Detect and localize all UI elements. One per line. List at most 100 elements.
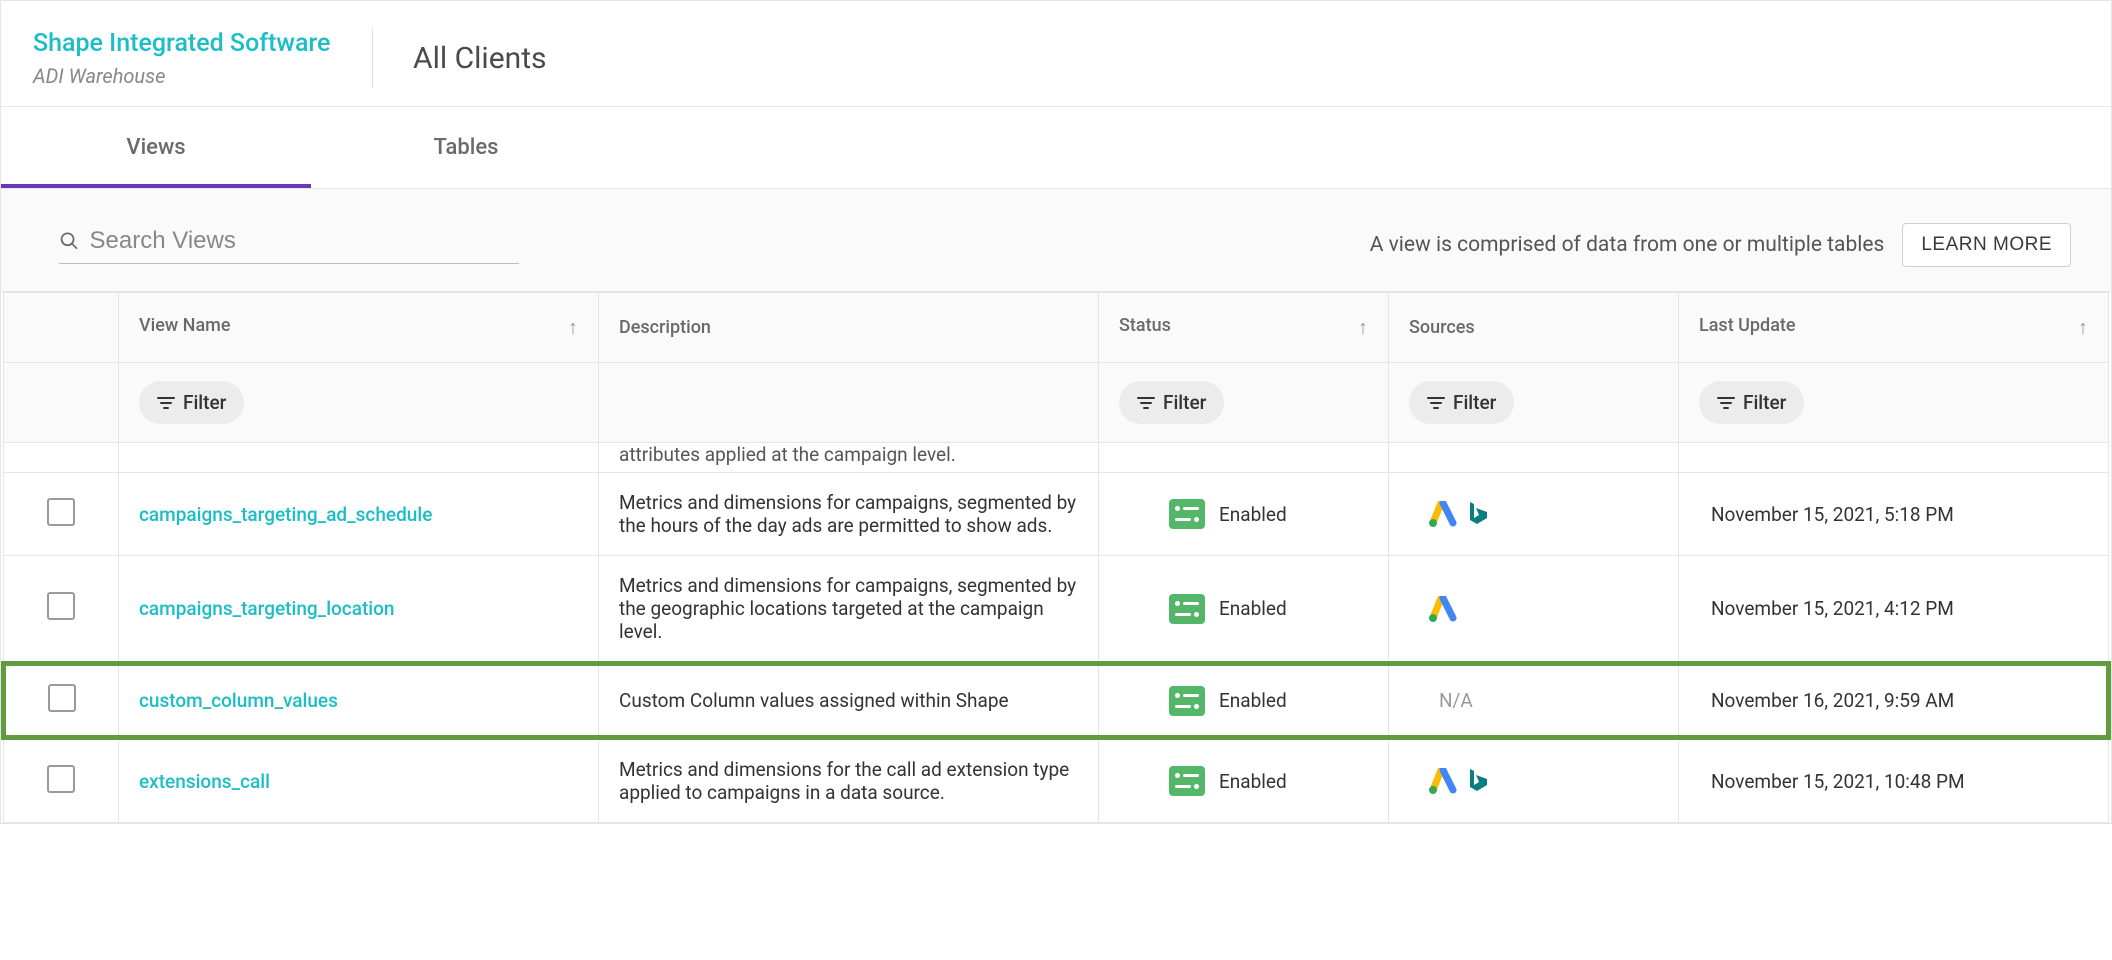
cell-checkbox <box>4 443 119 473</box>
view-name-link[interactable]: campaigns_targeting_ad_schedule <box>139 503 432 526</box>
filter-label: Filter <box>1453 391 1496 414</box>
row-checkbox[interactable] <box>47 592 75 620</box>
brand-subtitle: ADI Warehouse <box>33 64 332 88</box>
status-label: Enabled <box>1219 503 1287 526</box>
table-row: custom_column_values Custom Column values… <box>4 664 2109 738</box>
cell-status: Enabled <box>1099 556 1389 664</box>
sources-icons <box>1409 767 1658 795</box>
cell-status: Enabled <box>1099 664 1389 738</box>
bing-icon <box>1467 767 1489 795</box>
table-row: extensions_call Metrics and dimensions fo… <box>4 738 2109 823</box>
cell-description: Metrics and dimensions for campaigns, se… <box>599 556 1099 664</box>
tab-views[interactable]: Views <box>1 107 311 188</box>
status-label: Enabled <box>1219 770 1287 793</box>
brand-link[interactable]: Shape Integrated Software <box>33 29 332 58</box>
cell-description: Metrics and dimensions for the call ad e… <box>599 738 1099 823</box>
filter-cell-name: Filter <box>119 363 599 443</box>
filter-chip-sources[interactable]: Filter <box>1409 381 1514 424</box>
cell-name <box>119 443 599 473</box>
cell-status: Enabled <box>1099 738 1389 823</box>
col-header-updated-label: Last Update <box>1699 315 1796 336</box>
col-header-status[interactable]: Status ↑ <box>1099 293 1389 363</box>
header: Shape Integrated Software ADI Warehouse … <box>1 1 2111 107</box>
cell-status <box>1099 443 1389 473</box>
view-name-link[interactable]: custom_column_values <box>139 689 338 712</box>
cell-updated: November 15, 2021, 5:18 PM <box>1679 473 2109 556</box>
cell-checkbox <box>4 556 119 664</box>
view-name-link[interactable]: extensions_call <box>139 770 270 793</box>
table-filter-row: Filter Filter Filter <box>4 363 2109 443</box>
cell-sources <box>1389 443 1679 473</box>
col-header-sources: Sources <box>1389 293 1679 363</box>
row-checkbox[interactable] <box>48 684 76 712</box>
status-badge-icon <box>1169 499 1205 529</box>
status-badge-icon <box>1169 766 1205 796</box>
tab-tables[interactable]: Tables <box>311 107 621 188</box>
filter-label: Filter <box>1743 391 1786 414</box>
filter-cell-updated: Filter <box>1679 363 2109 443</box>
cell-sources: N/A <box>1389 664 1679 738</box>
col-header-sources-label: Sources <box>1409 317 1475 338</box>
filter-label: Filter <box>1163 391 1206 414</box>
col-header-name-label: View Name <box>139 315 230 336</box>
filter-cell-sources: Filter <box>1389 363 1679 443</box>
cell-name: campaigns_targeting_ad_schedule <box>119 473 599 556</box>
sources-icons <box>1409 500 1658 528</box>
filter-chip-status[interactable]: Filter <box>1119 381 1224 424</box>
cell-name: campaigns_targeting_location <box>119 556 599 664</box>
table-row: campaigns_targeting_location Metrics and … <box>4 556 2109 664</box>
cell-updated: November 15, 2021, 4:12 PM <box>1679 556 2109 664</box>
header-brand-block: Shape Integrated Software ADI Warehouse <box>33 29 373 88</box>
filter-chip-updated[interactable]: Filter <box>1699 381 1804 424</box>
filter-icon <box>157 396 175 410</box>
table-header-row: View Name ↑ Description Status ↑ Sources… <box>4 293 2109 363</box>
status-badge-icon <box>1169 686 1205 716</box>
col-header-name[interactable]: View Name ↑ <box>119 293 599 363</box>
search-field[interactable] <box>59 227 519 264</box>
table-row-partial: attributes applied at the campaign level… <box>4 443 2109 473</box>
cell-checkbox <box>4 738 119 823</box>
google-ads-icon <box>1429 501 1457 527</box>
filter-icon <box>1717 396 1735 410</box>
page-title: All Clients <box>413 41 547 76</box>
col-header-updated[interactable]: Last Update ↑ <box>1679 293 2109 363</box>
row-checkbox[interactable] <box>47 498 75 526</box>
filter-icon <box>1137 396 1155 410</box>
filter-icon <box>1427 396 1445 410</box>
google-ads-icon <box>1429 768 1457 794</box>
sort-arrow-up-icon[interactable]: ↑ <box>1358 315 1368 340</box>
cell-sources <box>1389 738 1679 823</box>
learn-more-button[interactable]: LEARN MORE <box>1902 223 2071 267</box>
row-checkbox[interactable] <box>47 765 75 793</box>
sources-icons <box>1409 596 1658 622</box>
filter-chip-name[interactable]: Filter <box>139 381 244 424</box>
status-label: Enabled <box>1219 689 1287 712</box>
filter-cell-description <box>599 363 1099 443</box>
sort-arrow-up-icon[interactable]: ↑ <box>568 315 578 340</box>
sources-na: N/A <box>1409 689 1473 712</box>
cell-sources <box>1389 473 1679 556</box>
cell-checkbox <box>4 473 119 556</box>
cell-description: attributes applied at the campaign level… <box>599 443 1099 473</box>
search-icon <box>59 230 80 252</box>
cell-name: custom_column_values <box>119 664 599 738</box>
filter-label: Filter <box>183 391 226 414</box>
filter-cell-status: Filter <box>1099 363 1389 443</box>
col-header-description: Description <box>599 293 1099 363</box>
search-input[interactable] <box>90 227 519 255</box>
view-name-link[interactable]: campaigns_targeting_location <box>139 597 395 620</box>
col-header-status-label: Status <box>1119 315 1171 336</box>
cell-updated: November 16, 2021, 9:59 AM <box>1679 664 2109 738</box>
status-label: Enabled <box>1219 597 1287 620</box>
app-window: Shape Integrated Software ADI Warehouse … <box>0 0 2112 824</box>
sort-arrow-up-icon[interactable]: ↑ <box>2078 315 2088 340</box>
info-text: A view is comprised of data from one or … <box>1370 233 1885 257</box>
tabs: Views Tables <box>1 107 2111 189</box>
cell-description: Metrics and dimensions for campaigns, se… <box>599 473 1099 556</box>
col-header-checkbox <box>4 293 119 363</box>
filter-cell-checkbox <box>4 363 119 443</box>
cell-updated <box>1679 443 2109 473</box>
status-badge-icon <box>1169 594 1205 624</box>
views-table: View Name ↑ Description Status ↑ Sources… <box>1 292 2111 823</box>
cell-description: Custom Column values assigned within Sha… <box>599 664 1099 738</box>
